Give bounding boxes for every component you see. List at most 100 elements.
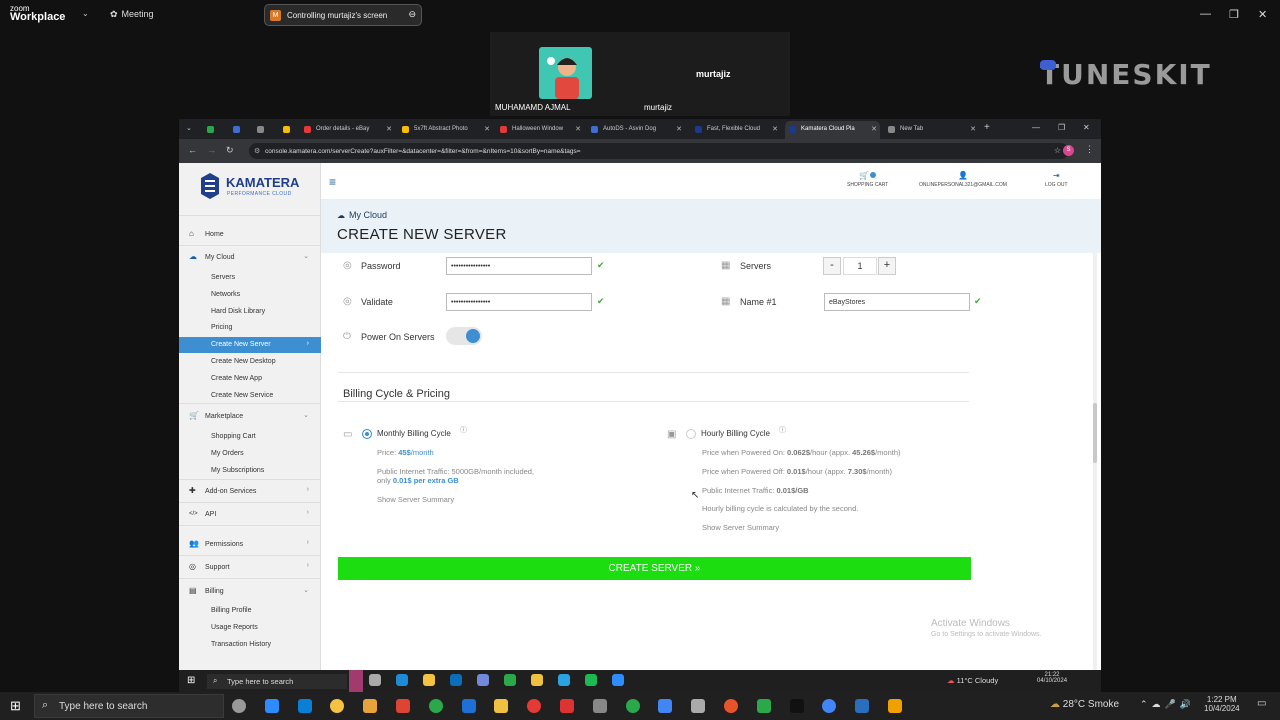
site-info-icon[interactable]: ⚙	[254, 147, 260, 155]
meeting-menu[interactable]: ✿ Meeting	[110, 9, 154, 20]
sidebar-item-api[interactable]: </> API ›	[179, 504, 321, 524]
taskbar-app-icon[interactable]	[855, 699, 870, 713]
host-search-box[interactable]: ⌕ Type here to search	[34, 694, 224, 718]
monthly-radio[interactable]	[362, 429, 372, 439]
taskbar-app-icon[interactable]	[477, 674, 489, 686]
server-name-input[interactable]: eBayStores	[824, 293, 970, 311]
browser-menu-icon[interactable]: ⋮	[1085, 144, 1094, 155]
sidebar-subitem[interactable]: Create New Service	[179, 388, 321, 404]
sidebar-subitem[interactable]: Shopping Cart	[179, 429, 321, 445]
close-tab-icon[interactable]: ✕	[871, 125, 877, 133]
close-tab-icon[interactable]: ✕	[575, 125, 581, 133]
maximize-icon[interactable]: ❐	[1229, 8, 1239, 21]
password-input[interactable]: ••••••••••••••••	[446, 257, 592, 275]
browser-tab[interactable]: Order details - eBay ✕	[300, 121, 395, 139]
browser-tab[interactable]: New Tab ✕	[884, 121, 979, 139]
sidebar-subitem[interactable]: Create New App	[179, 371, 321, 387]
browser-tab[interactable]: Fast, Flexible Cloud ✕	[691, 121, 781, 139]
taskbar-app-icon[interactable]	[264, 699, 279, 713]
taskbar-app-icon[interactable]	[531, 674, 543, 686]
help-icon[interactable]: ⓘ	[779, 425, 786, 435]
taskbar-app-icon[interactable]	[789, 699, 804, 713]
sidebar-subitem[interactable]: My Orders	[179, 446, 321, 462]
reload-icon[interactable]: ↻	[226, 145, 234, 156]
create-server-button[interactable]: CREATE SERVER »	[338, 557, 971, 580]
close-tab-icon[interactable]: ✕	[772, 125, 778, 133]
sidebar-item-addon-services[interactable]: ✚ Add-on Services ›	[179, 481, 321, 501]
taskbar-app-icon[interactable]	[450, 674, 462, 686]
sidebar-subitem[interactable]: Create New Server ›	[179, 337, 321, 354]
browser-tab[interactable]	[203, 121, 223, 139]
taskbar-app-icon[interactable]	[232, 699, 246, 713]
taskbar-app-icon[interactable]	[756, 699, 771, 713]
taskbar-app-icon[interactable]	[363, 699, 378, 713]
sidebar-subitem[interactable]: Create New Desktop	[179, 354, 321, 370]
taskbar-app-icon[interactable]	[396, 674, 408, 686]
close-tab-icon[interactable]: ✕	[676, 125, 682, 133]
close-tab-icon[interactable]: ✕	[386, 125, 392, 133]
taskbar-app-icon[interactable]	[724, 699, 738, 713]
sidebar-subitem[interactable]: My Subscriptions	[179, 463, 321, 479]
browser-tab[interactable]: 5x7ft Abstract Photo ✕	[398, 121, 493, 139]
sidebar-item-permissions[interactable]: 👥 Permissions ›	[179, 534, 321, 554]
taskbar-app-icon[interactable]	[558, 674, 570, 686]
tab-search-icon[interactable]: ⌄	[186, 124, 192, 132]
browser-tab[interactable]	[253, 121, 275, 139]
taskbar-app-icon[interactable]	[592, 699, 607, 713]
servers-count-input[interactable]: 1	[843, 257, 877, 275]
taskbar-app-icon[interactable]	[428, 699, 443, 713]
control-banner[interactable]: M Controlling murtajiz's screen ⊖	[264, 4, 422, 26]
hourly-summary-link[interactable]: Show Server Summary	[702, 523, 779, 532]
sidebar-item-support[interactable]: ◎ Support ›	[179, 557, 321, 577]
taskbar-app-icon[interactable]	[504, 674, 516, 686]
remote-search-box[interactable]: ⌕ Type here to search	[207, 674, 347, 689]
windows-start-icon[interactable]: ⊞	[187, 675, 195, 686]
sidebar-subitem[interactable]: Servers	[179, 270, 321, 286]
sidebar-item-my-cloud[interactable]: ☁ My Cloud ⌄	[179, 247, 321, 267]
taskbar-app-icon[interactable]	[658, 699, 673, 713]
browser-tab[interactable]	[229, 121, 249, 139]
windows-start-icon[interactable]: ⊞	[10, 698, 21, 714]
monthly-summary-link[interactable]: Show Server Summary	[377, 495, 454, 504]
close-icon[interactable]: ✕	[1083, 123, 1090, 132]
validate-input[interactable]: ••••••••••••••••	[446, 293, 592, 311]
help-icon[interactable]: ⓘ	[460, 425, 467, 435]
sidebar-subitem[interactable]: Pricing	[179, 320, 321, 336]
account-button[interactable]: 👤 ONLINEPERSONAL321@GMAIL.COM	[919, 171, 1007, 188]
taskbar-app-icon[interactable]	[423, 674, 435, 686]
taskbar-app-icon[interactable]	[822, 699, 837, 713]
taskbar-app-icon[interactable]	[330, 699, 345, 713]
sidebar-item-billing[interactable]: ▤ Billing ⌄	[179, 581, 321, 601]
bookmark-star-icon[interactable]: ☆	[1054, 146, 1061, 155]
breadcrumb[interactable]: ☁ My Cloud	[337, 210, 387, 220]
minimize-icon[interactable]: —	[1200, 8, 1211, 20]
increment-button[interactable]: +	[878, 257, 896, 275]
power-on-toggle[interactable]	[446, 327, 482, 345]
minimize-icon[interactable]: —	[1032, 123, 1040, 132]
system-tray-icons[interactable]: ⌃☁🎤🔊	[1140, 699, 1195, 710]
sidebar-subitem[interactable]: Transaction History	[179, 637, 321, 653]
sidebar-subitem[interactable]: Usage Reports	[179, 620, 321, 636]
more-icon[interactable]: ⊖	[408, 9, 416, 20]
sidebar-item-home[interactable]: ⌂ Home	[179, 224, 321, 244]
taskbar-app-icon[interactable]	[461, 699, 476, 713]
browser-tab[interactable]	[279, 121, 297, 139]
hourly-radio[interactable]	[686, 429, 696, 439]
taskbar-app-icon[interactable]	[625, 699, 640, 713]
sidebar-subitem[interactable]: Hard Disk Library	[179, 304, 321, 320]
maximize-icon[interactable]: ❐	[1058, 123, 1065, 132]
taskbar-app-icon[interactable]	[396, 699, 410, 713]
sidebar-subitem[interactable]: Networks	[179, 287, 321, 303]
new-tab-icon[interactable]: +	[984, 122, 990, 133]
sidebar-subitem[interactable]: Billing Profile	[179, 603, 321, 619]
shopping-cart-button[interactable]: 🛒 SHOPPING CART	[847, 171, 888, 188]
close-tab-icon[interactable]: ✕	[970, 125, 976, 133]
taskbar-app-icon[interactable]	[560, 699, 574, 713]
logout-button[interactable]: ⇥ LOG OUT	[1045, 171, 1068, 188]
taskbar-app-icon[interactable]	[691, 699, 706, 713]
chevron-down-icon[interactable]: ⌄	[82, 9, 89, 18]
browser-tab[interactable]: Kamatera Cloud Pla ✕	[785, 121, 880, 139]
scrollbar[interactable]	[1093, 253, 1097, 670]
close-tab-icon[interactable]: ✕	[484, 125, 490, 133]
decrement-button[interactable]: -	[823, 257, 841, 275]
